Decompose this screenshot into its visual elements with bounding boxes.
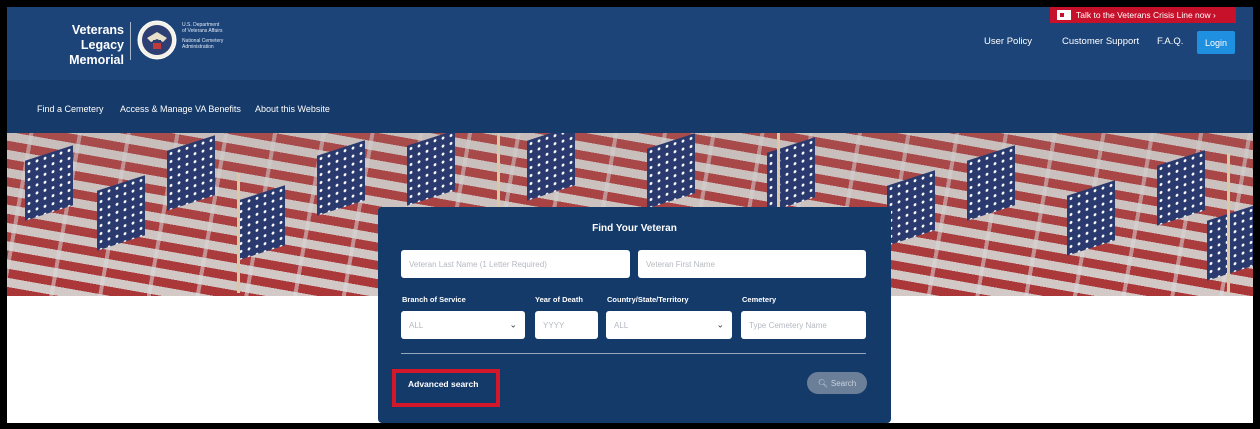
crisis-line-label: Talk to the Veterans Crisis Line now › xyxy=(1076,10,1216,20)
nav-about-website[interactable]: About this Website xyxy=(255,104,330,114)
flag-pole xyxy=(497,133,500,213)
site-header: Veterans Legacy Memorial U.S. Department… xyxy=(7,7,1253,80)
nav-access-benefits[interactable]: Access & Manage VA Benefits xyxy=(120,104,241,114)
year-input[interactable]: YYYY xyxy=(535,311,598,339)
chevron-down-icon: ⌄ xyxy=(716,319,724,330)
logo-divider xyxy=(130,22,131,60)
branch-select-value: ALL xyxy=(409,320,424,330)
cemetery-label: Cemetery xyxy=(742,295,777,304)
country-label: Country/State/Territory xyxy=(607,295,689,304)
flag-pole xyxy=(1227,153,1230,293)
search-button-label: Search xyxy=(830,378,857,388)
crisis-line-banner[interactable]: Talk to the Veterans Crisis Line now › xyxy=(1050,7,1236,23)
faq-link[interactable]: F.A.Q. xyxy=(1157,36,1183,47)
user-policy-link[interactable]: User Policy xyxy=(984,36,1032,47)
branch-label: Branch of Service xyxy=(402,295,466,304)
find-veteran-title: Find Your Veteran xyxy=(592,223,677,234)
login-button[interactable]: Login xyxy=(1197,31,1235,54)
search-button[interactable]: 🔍︎ Search xyxy=(807,372,867,394)
branch-select[interactable]: ALL ⌄ xyxy=(401,311,525,339)
crisis-phone-icon xyxy=(1057,10,1071,20)
first-name-input[interactable]: Veteran First Name xyxy=(638,250,866,278)
nav-find-cemetery[interactable]: Find a Cemetery xyxy=(37,104,104,114)
site-logo[interactable]: Veterans Legacy Memorial xyxy=(30,23,124,68)
panel-divider xyxy=(401,353,866,354)
agency-name: U.S. Department of Veterans Affairs Nati… xyxy=(182,22,252,50)
logo-line-2: Memorial xyxy=(69,53,124,67)
chevron-down-icon: ⌄ xyxy=(509,319,517,330)
customer-support-link[interactable]: Customer Support xyxy=(1062,36,1139,47)
agency-line-4: Administration xyxy=(182,44,214,50)
agency-line-2: of Veterans Affairs xyxy=(182,28,223,34)
country-select[interactable]: ALL ⌄ xyxy=(606,311,732,339)
page-frame: Veterans Legacy Memorial U.S. Department… xyxy=(7,7,1253,423)
cemetery-input[interactable]: Type Cemetery Name xyxy=(741,311,866,339)
flag-pole xyxy=(237,173,240,293)
last-name-input[interactable]: Veteran Last Name (1 Letter Required) xyxy=(401,250,630,278)
year-label: Year of Death xyxy=(535,295,583,304)
search-icon: 🔍︎ xyxy=(817,378,828,388)
logo-line-1: Veterans Legacy xyxy=(71,23,124,52)
annotation-highlight-box xyxy=(392,369,500,407)
country-select-value: ALL xyxy=(614,320,629,330)
va-seal-icon xyxy=(137,20,177,60)
